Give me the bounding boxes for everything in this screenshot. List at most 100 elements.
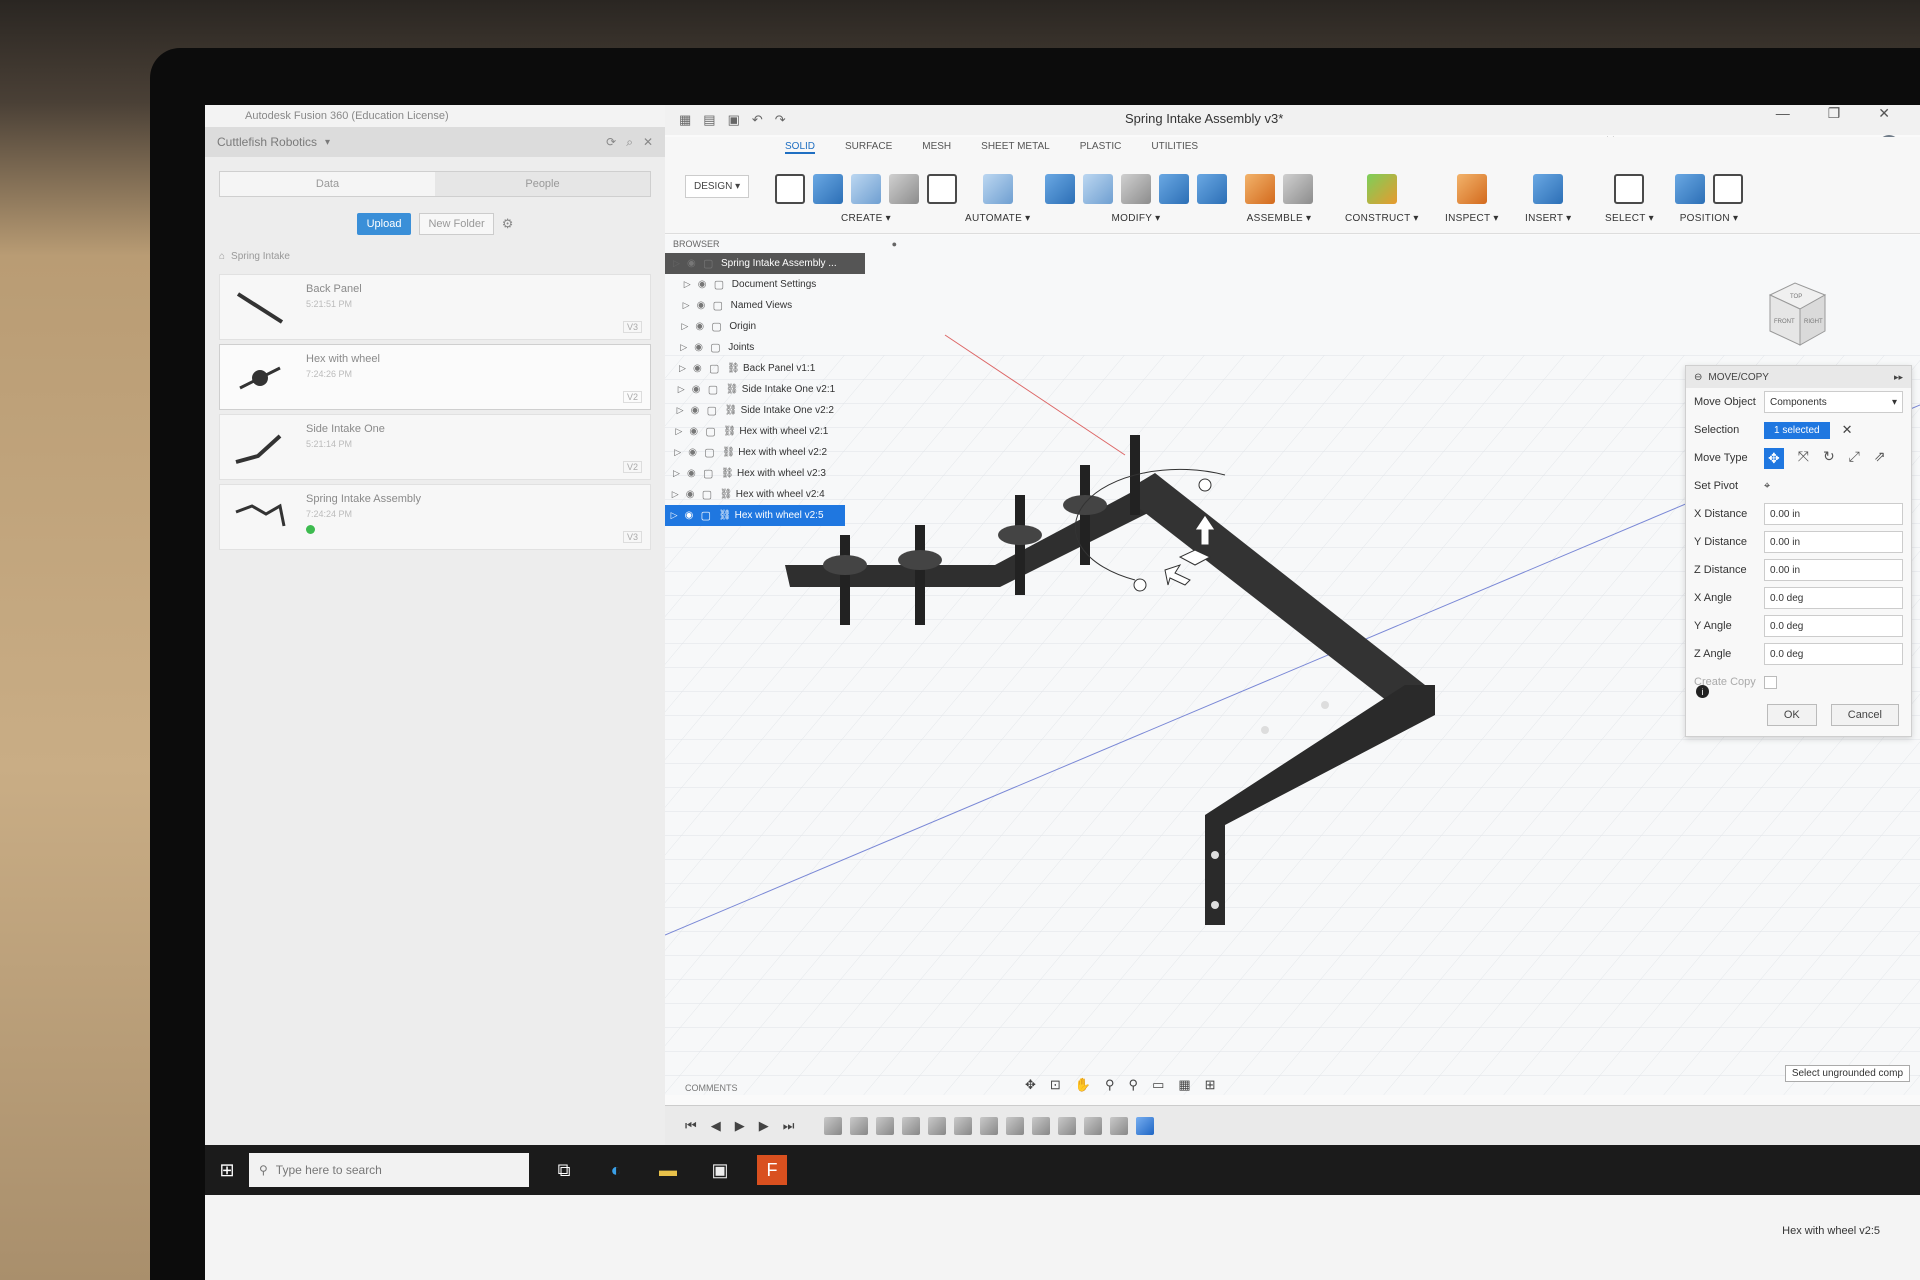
visibility-eye-icon[interactable]: ◉: [694, 342, 710, 353]
browser-node[interactable]: ▷ ◉ ▢ ⛓ Hex with wheel v2:5: [665, 505, 845, 526]
grid-settings-icon[interactable]: ▦: [1178, 1077, 1190, 1093]
save-icon[interactable]: ▣: [728, 112, 740, 128]
assemble-menu[interactable]: ASSEMBLE ▾: [1247, 213, 1312, 224]
maximize-button[interactable]: ❐: [1828, 105, 1841, 122]
browser-node[interactable]: ▷ ◉ ▢ Origin: [665, 316, 905, 337]
refresh-icon[interactable]: ⟳: [606, 135, 616, 150]
timeline-feature[interactable]: [928, 1117, 947, 1135]
list-item[interactable]: Spring Intake Assembly 7:24:24 PM V3: [219, 484, 651, 550]
info-icon[interactable]: i: [1696, 685, 1709, 698]
timeline-feature[interactable]: [1006, 1117, 1025, 1135]
translate-icon[interactable]: ⤧: [1798, 448, 1809, 469]
view-cube[interactable]: TOP FRONT RIGHT: [1750, 265, 1840, 355]
zoom-icon[interactable]: ⚲: [1105, 1077, 1115, 1093]
expand-triangle-icon[interactable]: ▷: [684, 279, 698, 290]
field-input[interactable]: 0.0 deg: [1764, 615, 1903, 637]
close-icon[interactable]: ✕: [643, 135, 653, 150]
expand-triangle-icon[interactable]: ▷: [671, 510, 685, 521]
browser-node[interactable]: ▷ ◉ ▢ Named Views: [665, 295, 905, 316]
visibility-eye-icon[interactable]: ◉: [695, 321, 711, 332]
split-body-icon[interactable]: [1197, 174, 1227, 204]
set-pivot-icon[interactable]: ⌖: [1764, 480, 1770, 493]
visibility-eye-icon[interactable]: ◉: [697, 300, 713, 311]
timeline-feature[interactable]: [876, 1117, 895, 1135]
tab-solid[interactable]: SOLID: [785, 141, 816, 154]
tab-utilities[interactable]: UTILITIES: [1151, 141, 1198, 154]
version-badge[interactable]: V3: [622, 321, 642, 333]
browser-node[interactable]: ▷ ◉ ▢ Document Settings: [665, 274, 905, 295]
press-pull-icon[interactable]: [1045, 174, 1075, 204]
point-to-point-icon[interactable]: ⤢: [1849, 448, 1860, 469]
expand-triangle-icon[interactable]: ▷: [680, 342, 694, 353]
breadcrumb-item[interactable]: Spring Intake: [231, 251, 290, 262]
fillet-icon[interactable]: [1083, 174, 1113, 204]
field-input[interactable]: 0.00 in: [1764, 559, 1903, 581]
wheel[interactable]: [1063, 495, 1107, 515]
taskbar-search[interactable]: ⚲ Type here to search: [249, 1153, 529, 1187]
browser-root-node[interactable]: ▷ ◉ ▢ Spring Intake Assembly ...: [665, 253, 865, 274]
store-icon[interactable]: ▣: [705, 1155, 735, 1185]
viewcube-right-label[interactable]: RIGHT: [1804, 319, 1823, 325]
skip-end-icon[interactable]: ⏭: [783, 1118, 795, 1134]
play-icon[interactable]: ▶: [735, 1118, 745, 1134]
revert-position-icon[interactable]: [1713, 174, 1743, 204]
timeline-feature[interactable]: [954, 1117, 973, 1135]
field-input[interactable]: 0.0 deg: [1764, 587, 1903, 609]
insert-menu[interactable]: INSERT ▾: [1525, 213, 1572, 224]
tab-mesh[interactable]: MESH: [922, 141, 951, 154]
tab-sheet-metal[interactable]: SHEET METAL: [981, 141, 1050, 154]
expand-triangle-icon[interactable]: ▷: [673, 468, 687, 479]
wheel[interactable]: [823, 555, 867, 575]
timeline-feature[interactable]: [824, 1117, 843, 1135]
automate-icon[interactable]: [982, 174, 1013, 204]
timeline-feature[interactable]: [980, 1117, 999, 1135]
visibility-eye-icon[interactable]: ◉: [687, 258, 703, 269]
grid-menu-icon[interactable]: ▦: [679, 112, 691, 128]
rotate-handle[interactable]: [1133, 578, 1147, 592]
edge-icon[interactable]: ◐: [601, 1155, 631, 1185]
version-badge[interactable]: V2: [622, 391, 642, 403]
move-object-select[interactable]: Components ▾: [1764, 391, 1903, 413]
automate-menu[interactable]: AUTOMATE ▾: [965, 213, 1030, 224]
hex-shaft[interactable]: [915, 525, 925, 625]
offset-plane-icon[interactable]: [1366, 174, 1397, 204]
tab-plastic[interactable]: PLASTIC: [1080, 141, 1122, 154]
browser-node[interactable]: ▷ ◉ ▢ ⛓ Hex with wheel v2:3: [665, 463, 905, 484]
minimize-button[interactable]: —: [1776, 105, 1790, 122]
windows-start-icon[interactable]: ⊞: [205, 1160, 249, 1181]
sketch-icon[interactable]: [775, 174, 805, 204]
search-icon[interactable]: ⌕: [626, 135, 633, 150]
wheel[interactable]: [898, 550, 942, 570]
timeline-feature[interactable]: [902, 1117, 921, 1135]
visibility-eye-icon[interactable]: ◉: [687, 468, 703, 479]
home-icon[interactable]: ⌂: [219, 251, 225, 262]
task-view-icon[interactable]: ⧉: [549, 1155, 579, 1185]
pan-icon[interactable]: ✋: [1075, 1077, 1091, 1093]
hole-icon[interactable]: [889, 174, 919, 204]
expand-triangle-icon[interactable]: ▷: [677, 405, 691, 416]
field-input[interactable]: 0.00 in: [1764, 503, 1903, 525]
visibility-eye-icon[interactable]: ◉: [685, 510, 701, 521]
timeline-feature[interactable]: [1058, 1117, 1077, 1135]
wheel[interactable]: [998, 525, 1042, 545]
browser-node[interactable]: ▷ ◉ ▢ Joints: [665, 337, 905, 358]
version-badge[interactable]: V2: [622, 461, 642, 473]
cancel-button[interactable]: Cancel: [1830, 704, 1899, 726]
orbit-icon[interactable]: ✥: [1025, 1077, 1036, 1093]
create-menu[interactable]: CREATE ▾: [841, 213, 891, 224]
browser-node[interactable]: ▷ ◉ ▢ ⛓ Side Intake One v2:2: [665, 400, 905, 421]
construct-menu[interactable]: CONSTRUCT ▾: [1345, 213, 1419, 224]
timeline-feature[interactable]: [1110, 1117, 1129, 1135]
step-forward-icon[interactable]: ▶: [759, 1118, 769, 1134]
browser-node[interactable]: ▷ ◉ ▢ ⛓ Side Intake One v2:1: [665, 379, 905, 400]
upload-button[interactable]: Upload: [356, 213, 412, 235]
fit-icon[interactable]: ⚲: [1129, 1077, 1139, 1093]
pin-icon[interactable]: ●: [892, 239, 897, 249]
select-menu[interactable]: SELECT ▾: [1605, 213, 1654, 224]
visibility-eye-icon[interactable]: ◉: [689, 426, 705, 437]
expand-triangle-icon[interactable]: ▷: [678, 384, 692, 395]
file-icon[interactable]: ▤: [703, 112, 715, 128]
tab-surface[interactable]: SURFACE: [845, 141, 892, 154]
visibility-eye-icon[interactable]: ◉: [692, 384, 708, 395]
inspect-menu[interactable]: INSPECT ▾: [1445, 213, 1499, 224]
